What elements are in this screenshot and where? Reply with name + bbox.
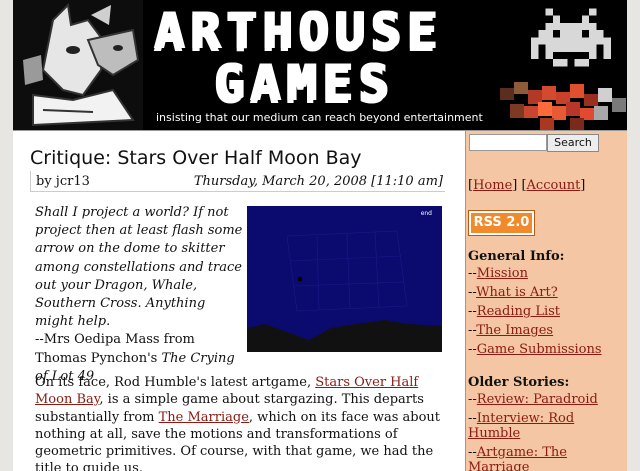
list-item: --Interview: Rod Humble [468,411,575,441]
what-is-art-link[interactable]: What is Art? [476,285,558,300]
body-text-part1: On its face, Rod Humble's latest artgame… [35,375,316,390]
site-banner[interactable]: ARTHOUSE GAMES insisting that our medium… [13,0,627,131]
interview-rod-humble-link[interactable]: Interview: Rod Humble [468,411,574,441]
post-date: Thursday, March 20, 2008 [11:10 am] [193,174,443,189]
search-button[interactable]: Search [547,134,599,152]
general-info-list: --Mission --What is Art? --Reading List … [468,266,618,361]
main-content: Critique: Stars Over Half Moon Bay by jc… [13,131,465,471]
game-end-label: end [420,210,432,217]
space-invader-icon [531,8,611,67]
review-paradroid-link[interactable]: Review: Paradroid [477,392,598,407]
game-submissions-link[interactable]: Game Submissions [477,342,602,357]
reading-list-link[interactable]: Reading List [477,304,560,319]
older-stories-list: --Review: Paradroid --Interview: Rod Hum… [468,392,618,471]
sidebar: Search [Home] [Account] RSS 2.0 General … [465,131,627,471]
site-title-line1: ARTHOUSE [153,2,442,60]
mission-link[interactable]: Mission [477,266,528,281]
list-item: --Reading List [468,304,561,319]
post-title[interactable]: Critique: Stars Over Half Moon Bay [30,147,362,169]
general-info-heading: General Info: [468,249,565,264]
list-item: --The Images [468,323,554,338]
game-screenshot: end [247,206,442,352]
post-body: On its face, Rod Humble's latest artgame… [35,374,447,471]
page-frame: ARTHOUSE GAMES insisting that our medium… [13,0,627,471]
starfield-image [247,206,442,352]
site-title-line2: GAMES [213,54,394,112]
the-marriage-link[interactable]: The Marriage [159,410,249,425]
rss-button[interactable]: RSS 2.0 [468,210,535,236]
list-item: --Mission [468,266,528,281]
epigraph-quote: Shall I project a world? If not project … [35,204,247,386]
post-meta: by jcr13 Thursday, March 20, 2008 [11:10… [30,171,445,192]
the-images-link[interactable]: The Images [476,323,553,338]
list-item: --Artgame: The Marriage [468,445,618,471]
artgame-the-marriage-link[interactable]: Artgame: The Marriage [468,445,567,471]
pixel-mosaic-image [500,82,626,130]
list-item: --Review: Paradroid [468,392,598,407]
guernica-bull-image [13,0,143,130]
top-links: [Home] [Account] [468,178,586,193]
search-input[interactable] [469,134,547,151]
home-link[interactable]: Home [473,178,512,193]
quote-text: Shall I project a world? If not project … [35,205,243,330]
post-author: by jcr13 [36,174,90,189]
site-tagline: insisting that our medium can reach beyo… [156,111,483,124]
account-link[interactable]: Account [527,178,581,193]
older-stories-heading: Older Stories: [468,375,570,390]
list-item: --What is Art? [468,285,558,300]
list-item: --Game Submissions [468,342,602,357]
